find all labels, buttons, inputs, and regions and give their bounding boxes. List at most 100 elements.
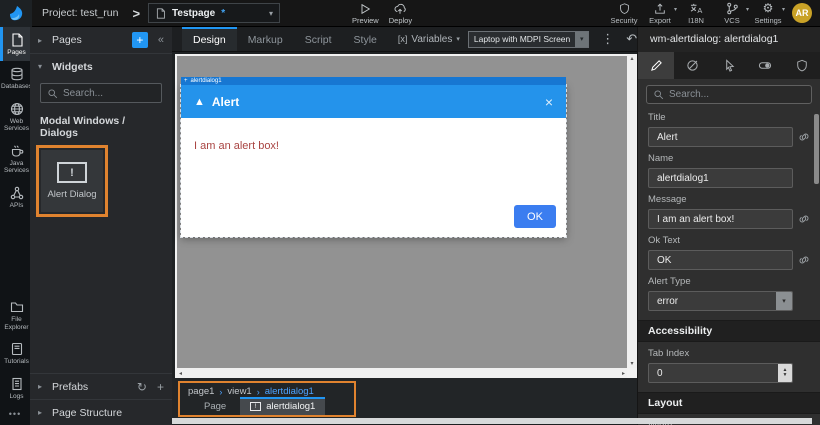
canvas-more-button[interactable]: ⋮	[601, 27, 614, 51]
scroll-down-icon[interactable]: ▾	[630, 360, 633, 367]
vcs-branch-icon	[726, 2, 739, 15]
oktext-input[interactable]	[648, 250, 793, 270]
stepper-arrows-icon[interactable]: ▲ ▼	[778, 364, 792, 382]
page-icon	[155, 7, 166, 20]
topbar-actions: Security ▾ Export A I18N ▾ VCS	[606, 2, 820, 25]
rail-item-file-explorer[interactable]: File Explorer	[0, 294, 30, 336]
rail-item-pages[interactable]: Pages	[0, 27, 30, 61]
close-icon[interactable]: ×	[545, 94, 553, 110]
left-rail: Pages Databases Web Services Java Servic…	[0, 27, 30, 425]
alert-dialog-widget[interactable]: ! Alert Dialog	[41, 150, 103, 212]
undo-button[interactable]: ↶	[626, 27, 637, 51]
export-button[interactable]: ▾ Export	[642, 2, 678, 25]
tab-properties[interactable]	[638, 52, 674, 79]
alert-dialog-icon: !	[250, 402, 261, 411]
page-structure-accordion-header[interactable]: ▸ Page Structure	[30, 399, 172, 425]
variables-button[interactable]: [x] Variables ▾	[398, 27, 460, 51]
tutorials-book-icon	[10, 342, 24, 356]
page-selector-value: Testpage	[172, 8, 215, 19]
tab-events[interactable]	[711, 52, 747, 79]
tab-page[interactable]: Page	[180, 401, 240, 415]
breadcrumb-page1[interactable]: page1	[188, 386, 214, 397]
inspector-scrollbar[interactable]	[814, 114, 819, 184]
pages-accordion-header[interactable]: ▸ Pages + «	[30, 27, 172, 53]
device-selector-dropdown[interactable]: Laptop with MDPI Screen ▾	[468, 31, 589, 48]
title-input[interactable]	[648, 127, 793, 147]
widgets-accordion-header[interactable]: ▾ Widgets	[30, 53, 172, 79]
rail-more-button[interactable]: •••	[0, 405, 30, 425]
tab-toggle-props[interactable]	[747, 52, 783, 79]
title-field: Title	[648, 112, 810, 147]
message-input[interactable]	[648, 209, 793, 229]
rail-item-logs[interactable]: Logs	[0, 371, 30, 405]
tab-style[interactable]: Style	[343, 27, 388, 51]
tab-styles[interactable]	[674, 52, 710, 79]
add-prefab-icon[interactable]: +	[157, 380, 164, 394]
widget-search-input[interactable]	[63, 88, 155, 99]
breadcrumb-separator-icon: ›	[257, 387, 260, 397]
page-selector-dropdown[interactable]: Testpage * ▾	[148, 3, 280, 23]
collapse-panel-icon[interactable]: «	[158, 34, 164, 46]
context-tabs: Page ! alertdialog1	[180, 398, 354, 415]
i18n-button[interactable]: A I18N	[678, 2, 714, 25]
widget-section-label: Modal Windows / Dialogs	[30, 105, 172, 145]
rail-item-apis[interactable]: APIs	[0, 180, 30, 214]
canvas-vertical-scrollbar[interactable]: ▴ ▾	[627, 54, 637, 368]
design-canvas[interactable]: ▴ ▾ ◂ ▸ + alertdialog1 ▲ Alert × I am an…	[172, 52, 637, 378]
tab-markup[interactable]: Markup	[237, 27, 294, 51]
scroll-left-icon[interactable]: ◂	[179, 370, 182, 377]
canvas-horizontal-scrollbar[interactable]: ◂ ▸	[177, 368, 627, 378]
dialog-message: I am an alert box!	[194, 140, 279, 152]
tabindex-stepper[interactable]: ▲ ▼	[648, 363, 793, 383]
security-button[interactable]: Security	[606, 2, 642, 25]
breadcrumb: page1 › view1 › alertdialog1	[180, 383, 354, 398]
prefabs-accordion-header[interactable]: ▸ Prefabs ↻ +	[30, 373, 172, 399]
vcs-button[interactable]: ▾ VCS	[714, 2, 750, 25]
bind-link-icon[interactable]	[798, 254, 810, 266]
inspector-body: Title Name Message Ok Text	[638, 106, 820, 425]
workspace-horizontal-scrollbar[interactable]	[172, 418, 812, 424]
shield-icon	[796, 59, 808, 72]
selection-tag[interactable]: + alertdialog1	[181, 77, 566, 85]
rail-item-java-services[interactable]: Java Services	[0, 138, 30, 180]
rail-item-web-services[interactable]: Web Services	[0, 96, 30, 138]
alert-dialog-widget-highlight: ! Alert Dialog	[36, 145, 108, 217]
breadcrumb-separator-icon: ›	[219, 387, 222, 397]
property-search-input[interactable]	[669, 89, 805, 100]
tri-right-icon: ▸	[38, 382, 46, 391]
preview-button[interactable]: Preview	[352, 2, 379, 25]
property-search[interactable]	[646, 85, 812, 104]
alerttype-select[interactable]: error ▾	[648, 291, 793, 311]
add-page-button[interactable]: +	[132, 32, 148, 48]
settings-gear-icon: ⚙	[763, 2, 774, 15]
alerttype-field: Alert Type error ▾	[648, 276, 810, 311]
alert-dialog-preview[interactable]: + alertdialog1 ▲ Alert × I am an alert b…	[181, 85, 566, 237]
tab-script[interactable]: Script	[294, 27, 343, 51]
rail-item-databases[interactable]: Databases	[0, 61, 30, 95]
breadcrumb-alertdialog1[interactable]: alertdialog1	[265, 386, 314, 397]
i18n-translate-icon: A	[689, 2, 704, 15]
oktext-field: Ok Text	[648, 235, 810, 270]
deploy-button[interactable]: Deploy	[389, 2, 412, 25]
scroll-right-icon[interactable]: ▸	[622, 370, 625, 377]
pages-icon	[10, 33, 24, 47]
alert-dialog-icon: !	[57, 162, 87, 183]
breadcrumb-view1[interactable]: view1	[227, 386, 251, 397]
bind-link-icon[interactable]	[798, 131, 810, 143]
move-handle-icon[interactable]: +	[184, 78, 188, 84]
scroll-up-icon[interactable]: ▴	[630, 55, 633, 62]
rail-item-tutorials[interactable]: Tutorials	[0, 336, 30, 370]
bind-link-icon[interactable]	[798, 213, 810, 225]
name-input[interactable]	[648, 168, 793, 188]
tab-alertdialog1[interactable]: ! alertdialog1	[240, 397, 325, 415]
user-avatar[interactable]: AR	[792, 3, 812, 23]
tabindex-input[interactable]	[649, 368, 778, 379]
wavemaker-logo-icon[interactable]	[0, 0, 32, 27]
settings-button[interactable]: ▾ ⚙ Settings	[750, 2, 786, 25]
tab-security[interactable]	[784, 52, 820, 79]
message-field: Message	[648, 194, 810, 229]
ok-button[interactable]: OK	[514, 205, 556, 228]
widget-search[interactable]	[40, 83, 162, 103]
tab-design[interactable]: Design	[182, 27, 237, 51]
refresh-prefabs-icon[interactable]: ↻	[137, 380, 147, 394]
